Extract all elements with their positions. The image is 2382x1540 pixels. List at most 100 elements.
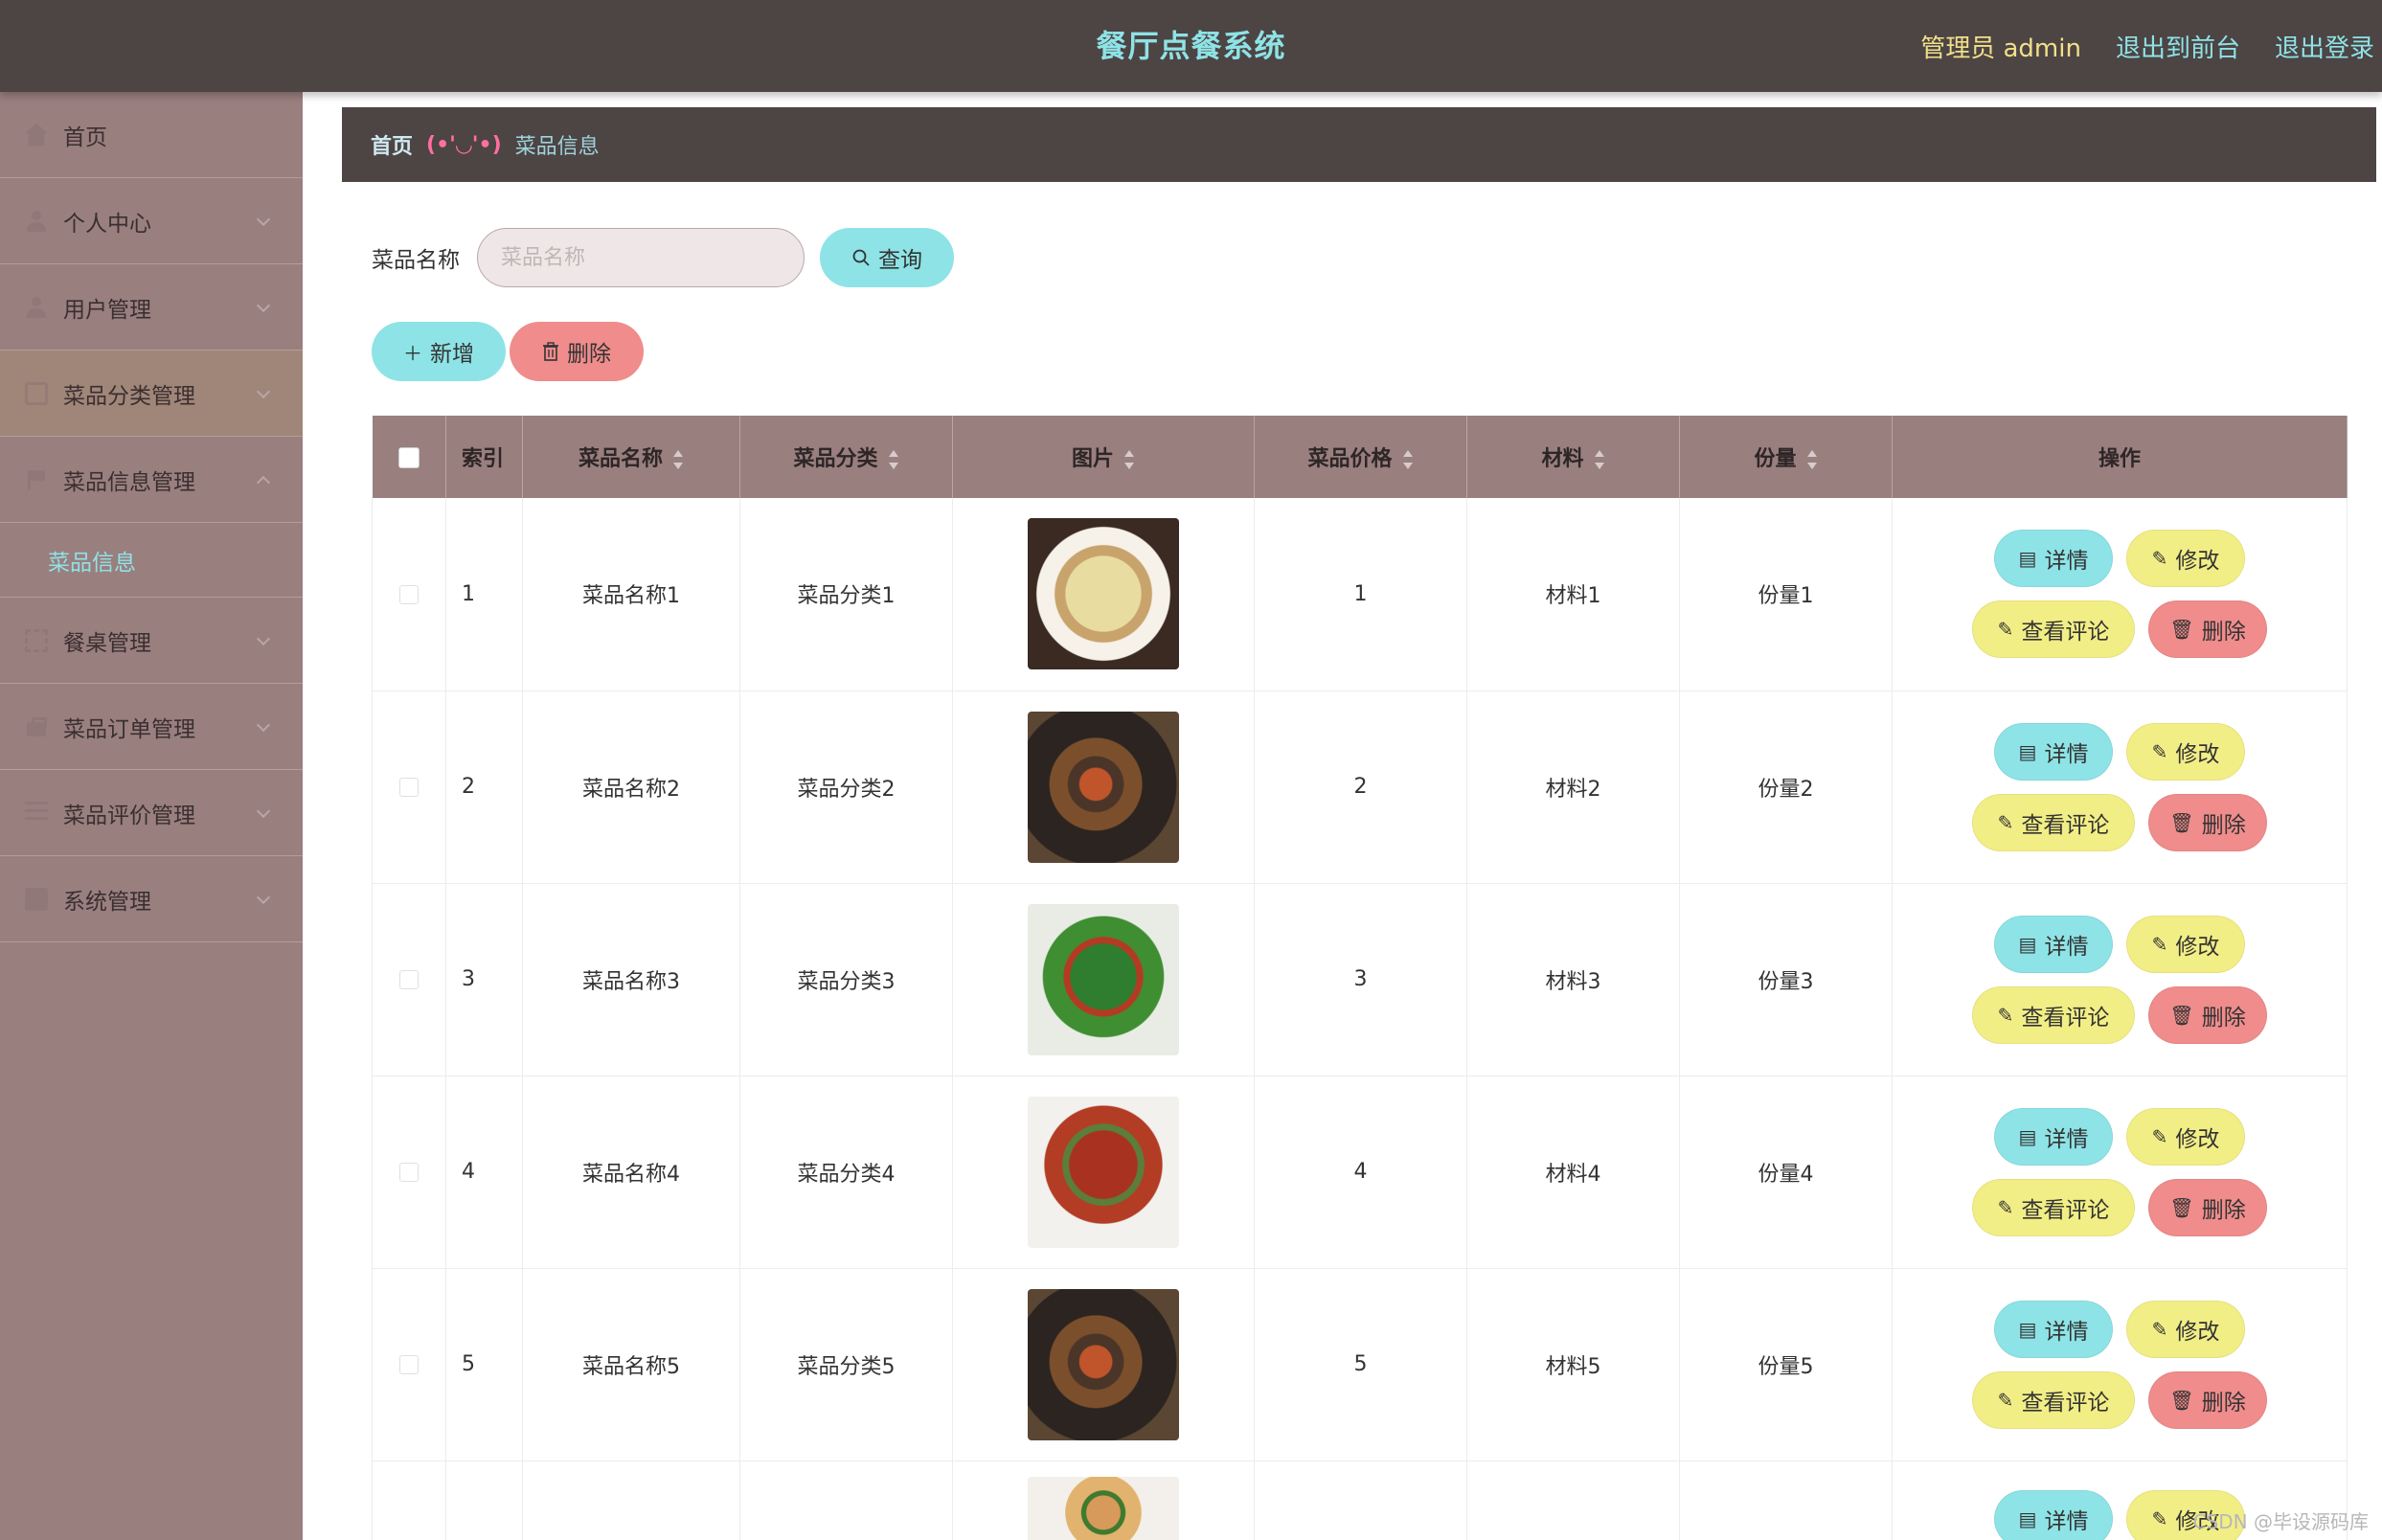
sort-icon[interactable]	[672, 450, 684, 469]
edit-button[interactable]: ✎ 修改	[2126, 722, 2245, 781]
table-row: 3 菜品名称3 菜品分类3 3 材料3 份量3 ▤ 详情 ✎ 修改 ✎ 查看评论 🗑 删…	[372, 883, 2348, 1076]
dish-image[interactable]	[1028, 518, 1179, 670]
dish-image[interactable]	[1028, 1288, 1179, 1440]
pencil-icon: ✎	[2151, 739, 2168, 763]
delete-label: 删除	[2201, 1390, 2246, 1415]
row-checkbox[interactable]	[399, 1355, 419, 1374]
delete-button[interactable]: 🗑 删除	[2148, 600, 2267, 659]
add-button[interactable]: ＋ 新增	[372, 322, 506, 381]
pencil-icon: ✎	[1997, 1195, 2014, 1219]
select-all-cell	[372, 416, 446, 498]
row-select-cell	[372, 1461, 446, 1540]
view-reviews-button[interactable]: ✎ 查看评论	[1972, 1370, 2135, 1429]
exit-to-front-link[interactable]: 退出到前台	[2116, 29, 2240, 64]
review-label: 查看评论	[2021, 812, 2110, 838]
dish-image[interactable]	[1028, 1476, 1179, 1540]
row-checkbox[interactable]	[399, 970, 419, 989]
delete-button[interactable]: 🗑 删除	[2148, 1370, 2267, 1429]
sort-icon[interactable]	[1806, 450, 1818, 469]
table-row: 2 菜品名称2 菜品分类2 2 材料2 份量2 ▤ 详情 ✎ 修改 ✎ 查看评论 🗑 删…	[372, 691, 2348, 884]
sidebar-item-user-management[interactable]: 用户管理	[0, 264, 303, 351]
trash-icon: 🗑	[2169, 1388, 2194, 1412]
sidebar-item-table-management[interactable]: 餐桌管理	[0, 598, 303, 684]
select-all-checkbox[interactable]	[397, 446, 420, 468]
table-row: ▤ 详情 ✎ 修改	[372, 1461, 2348, 1540]
edit-button[interactable]: ✎ 修改	[2126, 1300, 2245, 1358]
column-header-portion[interactable]: 份量	[1679, 416, 1893, 498]
sidebar-item-personal-center[interactable]: 个人中心	[0, 178, 303, 264]
detail-button[interactable]: ▤ 详情	[1994, 530, 2113, 588]
cell-name: 菜品名称5	[522, 1268, 740, 1461]
column-header-name[interactable]: 菜品名称	[522, 416, 740, 498]
batch-delete-button[interactable]: 删除	[510, 322, 644, 381]
column-header-material[interactable]: 材料	[1466, 416, 1680, 498]
column-header-operations: 操作	[1892, 416, 2348, 498]
row-checkbox[interactable]	[399, 778, 419, 797]
grid-icon	[25, 381, 48, 405]
sort-icon[interactable]	[1123, 450, 1135, 469]
user-icon	[25, 210, 48, 233]
view-reviews-button[interactable]: ✎ 查看评论	[1972, 793, 2135, 851]
delete-button[interactable]: 🗑 删除	[2148, 985, 2267, 1044]
view-reviews-button[interactable]: ✎ 查看评论	[1972, 1178, 2135, 1236]
detail-button[interactable]: ▤ 详情	[1994, 722, 2113, 781]
cell-portion: 份量5	[1679, 1268, 1893, 1461]
cell-operations: ▤ 详情 ✎ 修改 ✎ 查看评论 🗑 删除	[1892, 498, 2348, 691]
sidebar-subitem-dish-info[interactable]: 菜品信息	[0, 523, 303, 598]
dish-image[interactable]	[1028, 1096, 1179, 1248]
cell-category: 菜品分类4	[739, 1076, 953, 1269]
cell-image	[952, 1076, 1255, 1269]
dish-image[interactable]	[1028, 711, 1179, 863]
table-header-row: 索引 菜品名称 菜品分类 图片 菜品价格 材料 份量 操作	[372, 416, 2348, 498]
review-label: 查看评论	[2021, 1005, 2110, 1030]
query-button[interactable]: 查询	[820, 228, 954, 287]
sort-icon[interactable]	[1594, 450, 1605, 469]
sidebar-item-order-management[interactable]: 菜品订单管理	[0, 684, 303, 770]
sidebar-item-dish-info-management[interactable]: 菜品信息管理	[0, 437, 303, 523]
cell-name: 菜品名称4	[522, 1076, 740, 1269]
column-header-price[interactable]: 菜品价格	[1254, 416, 1467, 498]
dish-image[interactable]	[1028, 903, 1179, 1055]
view-reviews-button[interactable]: ✎ 查看评论	[1972, 600, 2135, 659]
table-row: 5 菜品名称5 菜品分类5 5 材料5 份量5 ▤ 详情 ✎ 修改 ✎ 查看评论 🗑 删…	[372, 1268, 2348, 1461]
row-checkbox[interactable]	[399, 584, 419, 604]
column-header-image[interactable]: 图片	[952, 416, 1255, 498]
view-reviews-button[interactable]: ✎ 查看评论	[1972, 985, 2135, 1044]
column-header-label: 材料	[1541, 447, 1584, 471]
detail-button[interactable]: ▤ 详情	[1994, 1300, 2113, 1358]
edit-button[interactable]: ✎ 修改	[2126, 915, 2245, 973]
sidebar-item-system-management[interactable]: 系统管理	[0, 856, 303, 942]
detail-button[interactable]: ▤ 详情	[1994, 1107, 2113, 1166]
add-label: 新增	[430, 341, 474, 366]
column-header-category[interactable]: 菜品分类	[739, 416, 953, 498]
sidebar-item-label: 首页	[63, 125, 107, 150]
sidebar-item-dish-category[interactable]: 菜品分类管理	[0, 351, 303, 437]
sort-icon[interactable]	[888, 450, 899, 469]
delete-button[interactable]: 🗑 删除	[2148, 1178, 2267, 1236]
sort-icon[interactable]	[1402, 450, 1414, 469]
cell-index	[445, 1461, 523, 1540]
document-icon: ▤	[2018, 1317, 2037, 1341]
sidebar-item-home[interactable]: 首页	[0, 92, 303, 178]
pencil-icon: ✎	[2151, 1317, 2168, 1341]
detail-button[interactable]: ▤ 详情	[1994, 1489, 2113, 1540]
cell-index: 1	[445, 498, 523, 691]
edit-button[interactable]: ✎ 修改	[2126, 530, 2245, 588]
sidebar-item-review-management[interactable]: 菜品评价管理	[0, 770, 303, 856]
cell-image	[952, 883, 1255, 1076]
detail-button[interactable]: ▤ 详情	[1994, 915, 2113, 973]
edit-button[interactable]: ✎ 修改	[2126, 1107, 2245, 1166]
watermark: CSDN @毕设源码库	[2192, 1510, 2369, 1533]
search-input[interactable]	[477, 228, 805, 287]
delete-button[interactable]: 🗑 删除	[2148, 793, 2267, 851]
delete-label: 删除	[2201, 620, 2246, 645]
logout-link[interactable]: 退出登录	[2275, 29, 2374, 64]
edit-label: 修改	[2175, 741, 2220, 767]
cell-category: 菜品分类5	[739, 1268, 953, 1461]
document-icon: ▤	[2018, 932, 2037, 956]
breadcrumb-home[interactable]: 首页	[371, 129, 413, 160]
row-select-cell	[372, 1076, 446, 1269]
pencil-icon: ✎	[2151, 1124, 2168, 1148]
pencil-icon: ✎	[2151, 547, 2168, 571]
row-checkbox[interactable]	[399, 1163, 419, 1182]
